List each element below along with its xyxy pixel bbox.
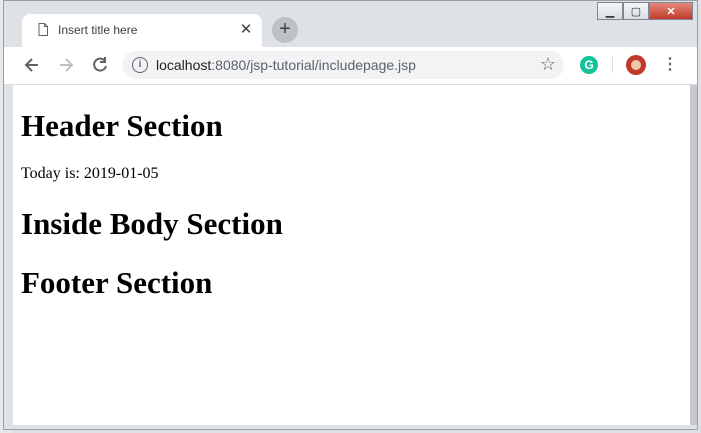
- date-text: Today is: 2019-01-05: [21, 165, 159, 182]
- back-icon[interactable]: [22, 55, 42, 75]
- avatar[interactable]: [626, 55, 646, 75]
- close-icon[interactable]: ✕: [238, 22, 254, 38]
- page-viewport: Header Section Today is: 2019-01-05 Insi…: [13, 85, 690, 425]
- new-tab-icon[interactable]: +: [272, 17, 298, 43]
- header-heading: Header Section: [21, 108, 223, 143]
- url-path: :8080/jsp-tutorial/includepage.jsp: [211, 57, 416, 73]
- url-host: localhost: [156, 57, 212, 73]
- close-window-button[interactable]: ✕: [649, 2, 693, 20]
- grammarly-icon[interactable]: G: [580, 56, 598, 74]
- address-bar[interactable]: i localhost:8080/jsp-tutorial/includepag…: [122, 51, 564, 79]
- body-heading: Inside Body Section: [21, 206, 283, 241]
- footer-heading: Footer Section: [21, 265, 213, 300]
- tab-title: Insert title here: [58, 23, 138, 37]
- reload-icon[interactable]: [90, 55, 110, 75]
- browser-window: Insert title here ✕ + ▁ ▢ ✕ i localhost:…: [3, 0, 698, 430]
- toolbar-divider: [612, 57, 613, 73]
- tab-strip: Insert title here ✕ + ▁ ▢ ✕: [4, 1, 697, 47]
- minimize-button[interactable]: ▁: [597, 2, 623, 20]
- document-icon: [38, 23, 48, 36]
- forward-icon[interactable]: [56, 55, 76, 75]
- window-controls: ▁ ▢ ✕: [597, 2, 693, 22]
- browser-toolbar: i localhost:8080/jsp-tutorial/includepag…: [4, 47, 697, 85]
- scrollbar[interactable]: [690, 85, 697, 425]
- menu-icon[interactable]: ⋮: [662, 55, 678, 75]
- maximize-button[interactable]: ▢: [623, 2, 649, 20]
- bookmark-star-icon[interactable]: ☆: [540, 54, 556, 75]
- tab-active[interactable]: Insert title here ✕: [22, 14, 262, 47]
- info-icon[interactable]: i: [132, 57, 148, 73]
- url-text[interactable]: localhost:8080/jsp-tutorial/includepage.…: [156, 57, 416, 73]
